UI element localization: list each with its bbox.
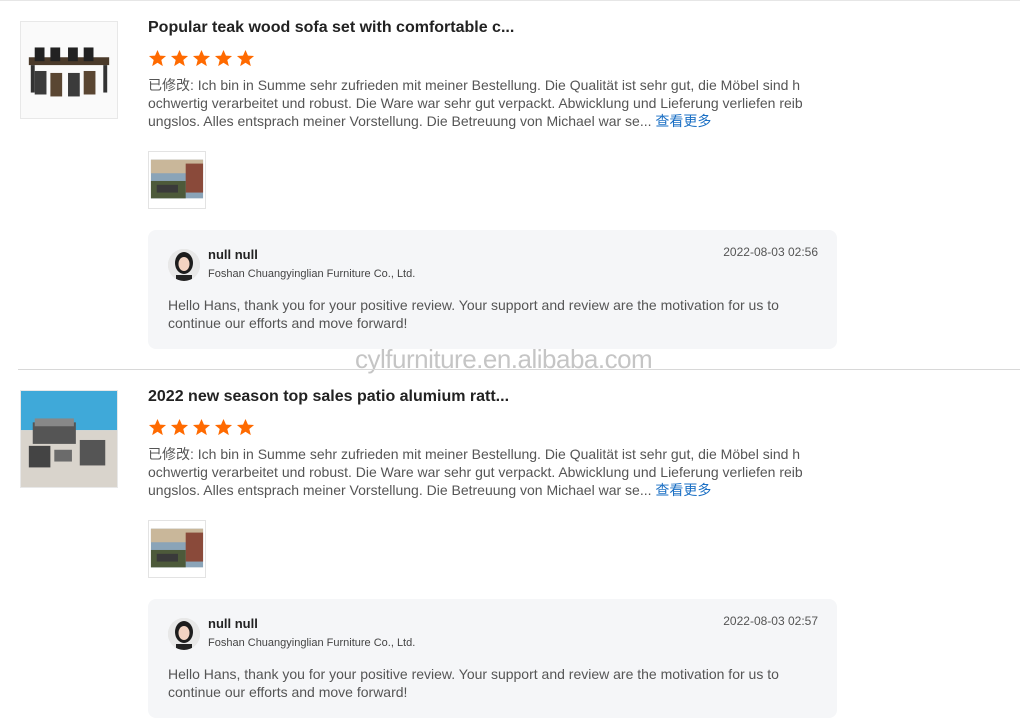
star-icon: [148, 418, 167, 436]
star-icon: [170, 49, 189, 67]
star-icon: [214, 418, 233, 436]
star-rating: [148, 49, 255, 68]
reply-text: Hello Hans, thank you for your positive …: [168, 666, 779, 700]
see-more-link[interactable]: 查看更多: [655, 113, 711, 129]
product-title[interactable]: 2022 new season top sales patio alumium …: [148, 388, 509, 406]
review-body: 已修改: Ich bin in Summe sehr zufrieden mit…: [148, 76, 803, 130]
star-rating: [148, 418, 255, 437]
star-icon: [148, 49, 167, 67]
reply-company: Foshan Chuangyinglian Furniture Co., Ltd…: [208, 637, 416, 649]
avatar: [168, 618, 200, 650]
review-item: 2022 new season top sales patio alumium …: [0, 381, 1020, 721]
star-icon: [214, 49, 233, 67]
star-icon: [236, 418, 255, 436]
seller-reply: null null Foshan Chuangyinglian Furnitur…: [148, 599, 837, 718]
product-image[interactable]: [20, 21, 118, 119]
review-photo[interactable]: [148, 520, 206, 578]
reply-company: Foshan Chuangyinglian Furniture Co., Ltd…: [208, 268, 416, 280]
review-item: Popular teak wood sofa set with comforta…: [0, 12, 1020, 352]
see-more-link[interactable]: 查看更多: [655, 482, 711, 498]
product-title[interactable]: Popular teak wood sofa set with comforta…: [148, 19, 514, 37]
reply-timestamp: 2022-08-03 02:56: [723, 245, 818, 259]
review-body: 已修改: Ich bin in Summe sehr zufrieden mit…: [148, 445, 803, 499]
star-icon: [170, 418, 189, 436]
reply-author-name: null null: [208, 247, 258, 262]
seller-reply: null null Foshan Chuangyinglian Furnitur…: [148, 230, 837, 349]
product-image[interactable]: [20, 390, 118, 488]
top-divider: [0, 0, 1020, 1]
star-icon: [192, 49, 211, 67]
review-divider: [18, 369, 1020, 370]
avatar: [168, 249, 200, 281]
star-icon: [236, 49, 255, 67]
reply-author-name: null null: [208, 616, 258, 631]
star-icon: [192, 418, 211, 436]
reply-timestamp: 2022-08-03 02:57: [723, 614, 818, 628]
review-photo[interactable]: [148, 151, 206, 209]
reply-text: Hello Hans, thank you for your positive …: [168, 297, 779, 331]
